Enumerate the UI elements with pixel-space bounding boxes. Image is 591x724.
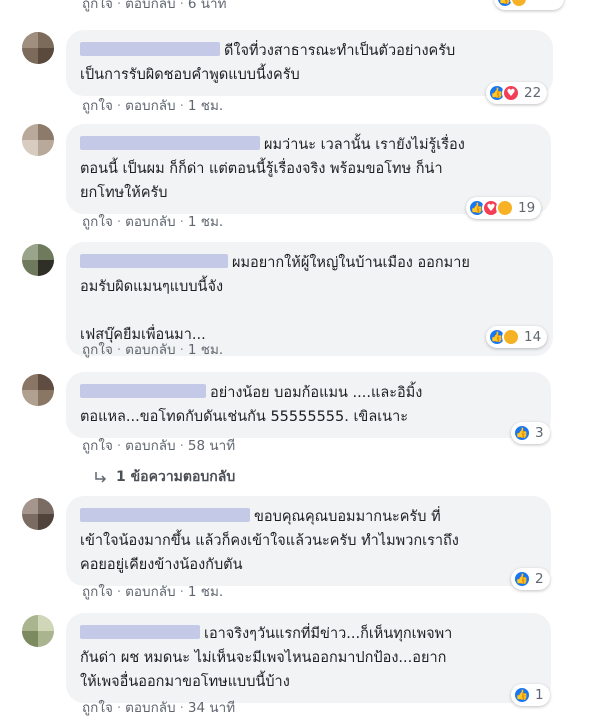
comment-time[interactable]: 58 นาที <box>188 438 235 454</box>
reply-link[interactable]: ตอบกลับ <box>125 342 175 358</box>
author-name-blurred[interactable] <box>80 42 220 56</box>
like-icon: 👍 <box>513 424 531 442</box>
avatar[interactable] <box>22 615 54 647</box>
comment-meta-partial: ถูกใจ · ตอบกลับ · 6 นาที <box>82 0 227 14</box>
avatar[interactable] <box>22 244 54 276</box>
haha-icon <box>502 328 520 346</box>
comment-meta: ถูกใจ · ตอบกลับ · 1 ชม. <box>82 98 224 114</box>
comment-time[interactable]: 1 ชม. <box>188 98 223 114</box>
like-link[interactable]: ถูกใจ <box>82 584 113 600</box>
like-icon: 👍 <box>513 570 531 588</box>
like-link[interactable]: ถูกใจ <box>82 0 113 12</box>
comment-meta: ถูกใจ · ตอบกลับ · 1 ชม. <box>82 584 224 600</box>
comment-meta: ถูกใจ · ตอบกลับ · 1 ชม. <box>82 342 224 358</box>
reaction-summary[interactable]: 👍 ♥ 22 <box>486 82 548 104</box>
comment-bubble: เอาจริงๆวันแรกที่มีข่าว...ก็เห็นทุกเพจพา… <box>66 613 551 703</box>
reply-link[interactable]: ตอบกลับ <box>125 0 175 12</box>
comment-meta: ถูกใจ · ตอบกลับ · 1 ชม. <box>82 214 224 230</box>
haha-icon <box>510 0 528 8</box>
reaction-summary[interactable]: 👍 ♥ 19 <box>466 197 542 219</box>
reply-link[interactable]: ตอบกลับ <box>125 214 175 230</box>
comment-meta: ถูกใจ · ตอบกลับ · 34 นาที <box>82 700 236 716</box>
love-icon: ♥ <box>502 84 520 102</box>
comment-meta: ถูกใจ · ตอบกลับ · 58 นาที <box>82 438 236 454</box>
comment-time[interactable]: 34 นาที <box>188 700 235 716</box>
comment-time[interactable]: 6 นาที <box>188 0 227 12</box>
reply-link[interactable]: ตอบกลับ <box>125 700 175 716</box>
comment-bubble: อย่างน้อย บอมก้อแมน ....และอิมิ้ง ตอแหล.… <box>66 372 551 438</box>
comment-bubble: ขอบคุณคุณบอมมากนะครับ ที่ เข้าใจน้องมากข… <box>66 496 551 586</box>
reaction-count: 1 <box>535 687 544 703</box>
reaction-summary[interactable]: 👍 1 <box>511 684 550 706</box>
comment-time[interactable]: 1 ชม. <box>188 584 223 600</box>
reaction-summary[interactable]: 👍 3 <box>511 422 550 444</box>
like-link[interactable]: ถูกใจ <box>82 700 113 716</box>
like-link[interactable]: ถูกใจ <box>82 342 113 358</box>
like-icon: 👍 <box>513 686 531 704</box>
avatar[interactable] <box>22 124 54 156</box>
comment-time[interactable]: 1 ชม. <box>188 214 223 230</box>
comment-time[interactable]: 1 ชม. <box>188 342 223 358</box>
reply-link[interactable]: ตอบกลับ <box>125 98 175 114</box>
comment-bubble: ดีใจที่วงสาธารณะทำเป็นตัวอย่างครับ เป็นก… <box>66 30 553 96</box>
reaction-count: 2 <box>535 571 544 587</box>
haha-icon <box>496 199 514 217</box>
author-name-blurred[interactable] <box>80 508 250 522</box>
avatar[interactable] <box>22 32 54 64</box>
comment-text: ผมอยากให้ผู้ใหญ่ในบ้านเมือง ออกมาย อมรับ… <box>80 255 470 343</box>
author-name-blurred[interactable] <box>80 384 206 398</box>
reaction-count: 3 <box>535 425 544 441</box>
avatar[interactable] <box>22 498 54 530</box>
like-link[interactable]: ถูกใจ <box>82 438 113 454</box>
author-name-blurred[interactable] <box>80 254 228 268</box>
reaction-summary[interactable]: 👍 2 <box>511 568 550 590</box>
view-replies-label[interactable]: 1 ข้อความตอบกลับ <box>116 466 235 488</box>
reply-link[interactable]: ตอบกลับ <box>125 584 175 600</box>
view-replies-link[interactable]: 1 ข้อความตอบกลับ <box>94 466 235 488</box>
author-name-blurred[interactable] <box>80 625 200 639</box>
reaction-count: 22 <box>524 85 542 101</box>
avatar[interactable] <box>22 374 54 406</box>
reply-arrow-icon <box>95 472 107 483</box>
reaction-count: 14 <box>524 329 542 345</box>
like-link[interactable]: ถูกใจ <box>82 214 113 230</box>
reply-link[interactable]: ตอบกลับ <box>125 438 175 454</box>
like-link[interactable]: ถูกใจ <box>82 98 113 114</box>
reaction-summary[interactable]: 👍 14 <box>486 326 548 348</box>
reaction-count: 19 <box>518 200 536 216</box>
author-name-blurred[interactable] <box>80 136 260 150</box>
reaction-summary-partial[interactable]: 👍 <box>494 0 564 10</box>
